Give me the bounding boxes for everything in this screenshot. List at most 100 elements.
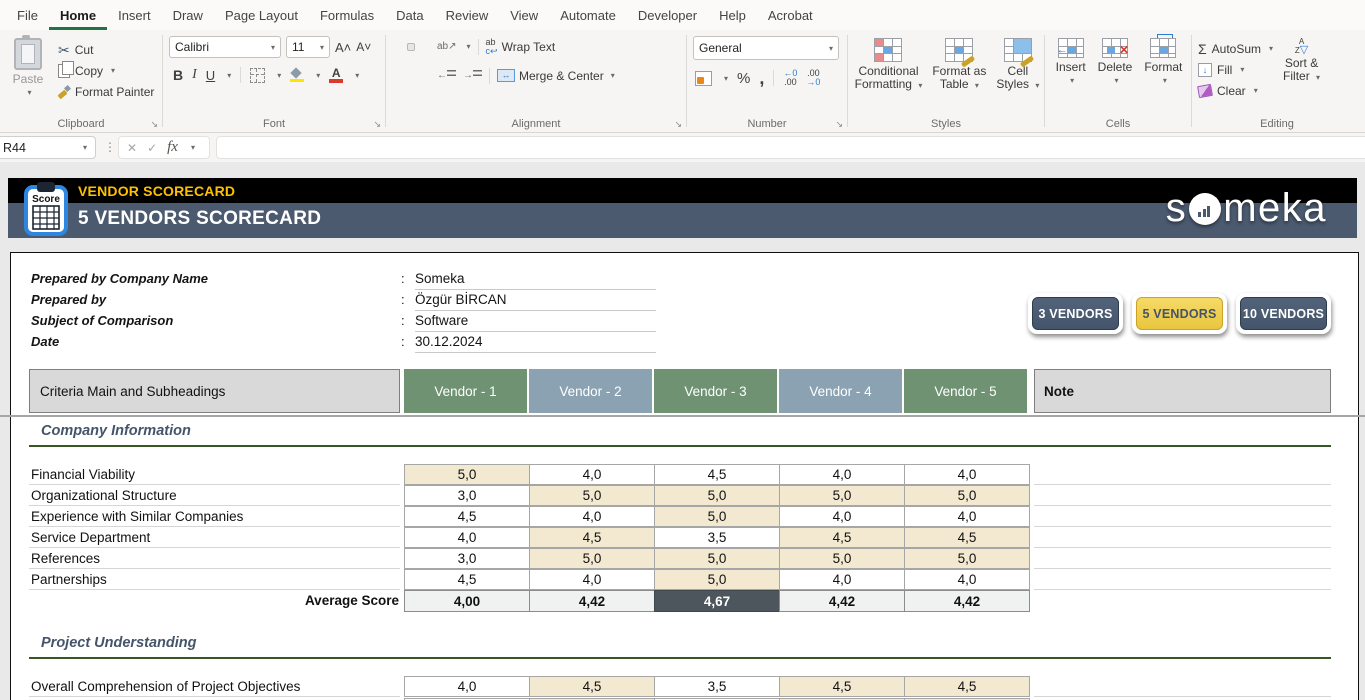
cut-button[interactable]: ✂ Cut	[58, 39, 154, 60]
note-cell[interactable]	[1034, 676, 1331, 697]
score-cell[interactable]: 4,0	[529, 506, 655, 527]
score-cell[interactable]: 5,0	[904, 485, 1030, 506]
score-cell[interactable]: 4,5	[904, 527, 1030, 548]
name-box[interactable]: R44 ▾	[0, 136, 96, 159]
score-cell[interactable]: 4,0	[404, 676, 530, 697]
tab-draw[interactable]: Draw	[162, 3, 214, 30]
insert-function-icon[interactable]: fx	[167, 139, 178, 156]
score-cell[interactable]: 4,0	[904, 506, 1030, 527]
cell-styles-button[interactable]: Cell Styles ▾	[996, 36, 1039, 116]
align-right-button[interactable]	[422, 72, 430, 80]
italic-button[interactable]: I	[192, 67, 197, 83]
vendor-header-1[interactable]: Vendor - 1	[404, 369, 527, 413]
score-cell[interactable]: 5,0	[654, 569, 780, 590]
borders-button[interactable]	[250, 67, 266, 83]
score-cell[interactable]: 4,5	[779, 527, 905, 548]
clipboard-dialog-launcher-icon[interactable]: ↘	[150, 119, 158, 130]
tab-page-layout[interactable]: Page Layout	[214, 3, 309, 30]
tab-review[interactable]: Review	[435, 3, 500, 30]
criteria-cell[interactable]: Overall Comprehension of Project Objecti…	[31, 676, 399, 697]
tab-acrobat[interactable]: Acrobat	[757, 3, 824, 30]
font-name-select[interactable]: Calibri ▾	[169, 36, 281, 58]
delete-cells-button[interactable]: ✕ Delete ▾	[1098, 36, 1132, 116]
info-value-cell[interactable]: Özgür BİRCAN	[415, 289, 656, 311]
increase-indent-button[interactable]: →	[463, 70, 482, 81]
note-cell[interactable]	[1034, 548, 1331, 569]
score-cell[interactable]: 4,0	[529, 569, 655, 590]
score-cell[interactable]: 3,5	[654, 676, 780, 697]
formula-bar-grip-icon[interactable]: ⋮	[104, 140, 116, 154]
formula-input[interactable]	[216, 136, 1365, 159]
comma-style-button[interactable]: ,	[759, 69, 764, 87]
info-value-cell[interactable]: Software	[415, 310, 656, 332]
info-value-cell[interactable]: 30.12.2024	[415, 331, 656, 353]
merge-center-button[interactable]: ↔ Merge & Center ▾	[497, 65, 615, 86]
tab-automate[interactable]: Automate	[549, 3, 627, 30]
format-painter-button[interactable]: Format Painter	[58, 81, 154, 102]
align-left-button[interactable]	[392, 72, 400, 80]
score-cell[interactable]: 5,0	[404, 464, 530, 485]
score-cell[interactable]: 5,0	[779, 548, 905, 569]
vendor-header-2[interactable]: Vendor - 2	[529, 369, 652, 413]
criteria-cell[interactable]: References	[31, 548, 399, 569]
vendor-header-3[interactable]: Vendor - 3	[654, 369, 777, 413]
alignment-dialog-launcher-icon[interactable]: ↘	[674, 119, 682, 130]
fill-color-button[interactable]	[290, 68, 305, 82]
tab-insert[interactable]: Insert	[107, 3, 162, 30]
bold-button[interactable]: B	[173, 67, 183, 83]
score-cell[interactable]: 4,0	[904, 464, 1030, 485]
note-cell[interactable]	[1034, 527, 1331, 548]
score-cell[interactable]: 4,5	[404, 506, 530, 527]
score-cell[interactable]: 4,0	[779, 506, 905, 527]
score-cell[interactable]: 5,0	[654, 506, 780, 527]
insert-cells-button[interactable]: ← Insert ▾	[1056, 36, 1086, 116]
tab-home[interactable]: Home	[49, 3, 107, 30]
average-cell-best[interactable]: 4,67	[654, 590, 780, 612]
fill-button[interactable]: ↓ Fill ▾	[1198, 59, 1273, 80]
sort-filter-button[interactable]: A Z▽ Sort & Filter ▾	[1283, 36, 1320, 116]
score-cell[interactable]: 4,0	[529, 464, 655, 485]
score-cell[interactable]: 4,5	[529, 527, 655, 548]
decrease-indent-button[interactable]: ←	[437, 70, 456, 81]
number-dialog-launcher-icon[interactable]: ↘	[835, 119, 843, 130]
format-as-table-button[interactable]: Format as Table ▾	[932, 36, 986, 116]
accounting-format-icon[interactable]	[695, 70, 712, 86]
font-color-button[interactable]: A	[329, 67, 344, 83]
score-cell[interactable]: 5,0	[654, 548, 780, 569]
score-cell[interactable]: 3,0	[404, 548, 530, 569]
increase-decimal-button[interactable]: ←0.00	[783, 69, 797, 87]
score-cell[interactable]: 5,0	[529, 485, 655, 506]
tab-help[interactable]: Help	[708, 3, 757, 30]
criteria-cell[interactable]: Organizational Structure	[31, 485, 399, 506]
score-cell[interactable]: 4,0	[779, 569, 905, 590]
criteria-cell[interactable]: Experience with Similar Companies	[31, 506, 399, 527]
criteria-cell[interactable]: Financial Viability	[31, 464, 399, 485]
tab-developer[interactable]: Developer	[627, 3, 708, 30]
orientation-button[interactable]: ab↗	[437, 41, 457, 52]
font-size-select[interactable]: 11 ▾	[286, 36, 330, 58]
info-value-cell[interactable]: Someka	[415, 268, 656, 290]
underline-button[interactable]: U	[206, 68, 215, 83]
criteria-cell[interactable]: Service Department	[31, 527, 399, 548]
wrap-text-button[interactable]: ab c↩ Wrap Text	[486, 36, 556, 57]
score-cell[interactable]: 4,0	[779, 464, 905, 485]
clear-button[interactable]: Clear ▾	[1197, 80, 1273, 101]
format-cells-button[interactable]: Format ▾	[1144, 34, 1182, 116]
button-3-vendors[interactable]: 3 VENDORS	[1028, 293, 1123, 334]
note-cell[interactable]	[1034, 485, 1331, 506]
average-cell[interactable]: 4,00	[404, 590, 530, 612]
score-cell[interactable]: 4,5	[779, 676, 905, 697]
tab-file[interactable]: File	[6, 3, 49, 30]
vendor-header-4[interactable]: Vendor - 4	[779, 369, 902, 413]
percent-style-button[interactable]: %	[737, 70, 750, 87]
average-cell[interactable]: 4,42	[529, 590, 655, 612]
score-cell[interactable]: 4,5	[904, 676, 1030, 697]
average-cell[interactable]: 4,42	[904, 590, 1030, 612]
average-cell[interactable]: 4,42	[779, 590, 905, 612]
align-center-button[interactable]	[407, 72, 415, 80]
score-cell[interactable]: 3,0	[404, 485, 530, 506]
button-10-vendors[interactable]: 10 VENDORS	[1236, 293, 1331, 334]
number-format-select[interactable]: General ▾	[693, 36, 839, 60]
score-cell[interactable]: 5,0	[779, 485, 905, 506]
confirm-entry-icon[interactable]: ✓	[147, 141, 157, 155]
